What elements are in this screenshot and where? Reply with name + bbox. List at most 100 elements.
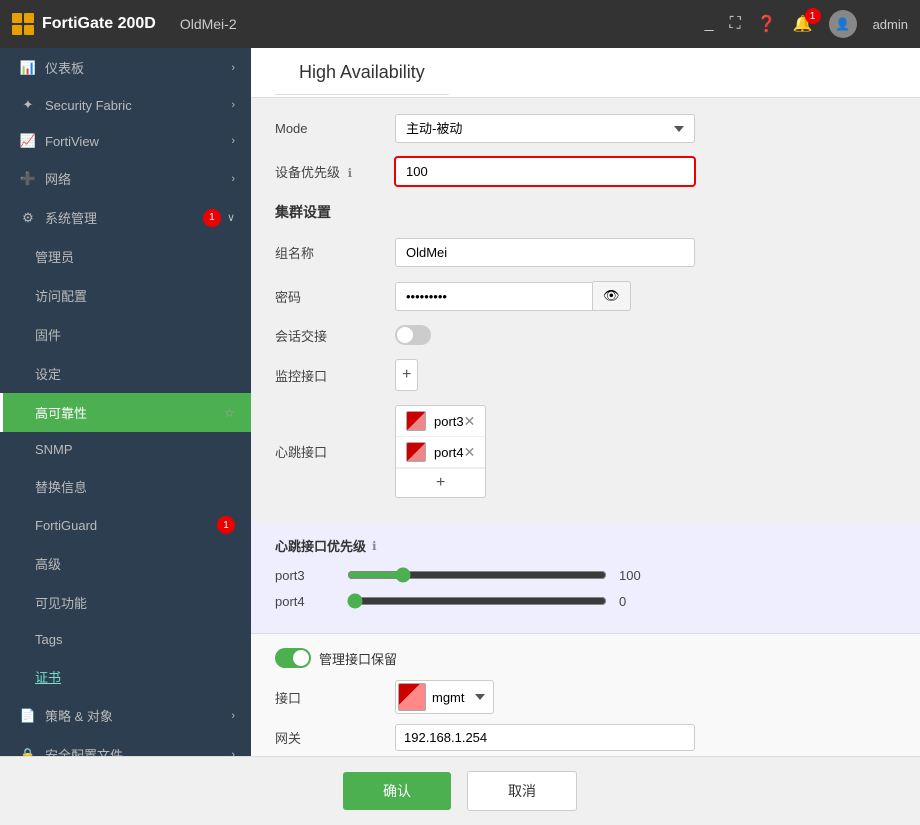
sidebar-label-ha: 高可靠性 (35, 403, 87, 422)
mgmt-gateway-row: 网关 192.168.1.254 (275, 724, 896, 751)
chevron-icon: › (231, 99, 235, 111)
sidebar-item-advanced[interactable]: 高级 (0, 544, 251, 583)
sidebar-item-security-fabric[interactable]: ✦ Security Fabric › (0, 87, 251, 123)
port4-icon (406, 442, 426, 462)
mgmt-gateway-label: 网关 (275, 728, 395, 747)
content-area: High Availability Mode 主动-被动主动-主动独立 设备优先… (251, 48, 920, 756)
sidebar-item-settings[interactable]: 设定 (0, 354, 251, 393)
sidebar-item-dashboard[interactable]: 📊 仪表板 › (0, 48, 251, 87)
mgmt-iface-select-wrap: mgmt (395, 680, 494, 714)
priority-port3-slider[interactable] (347, 567, 607, 583)
priority-port4-slider[interactable] (347, 593, 607, 609)
confirm-button[interactable]: 确认 (343, 772, 451, 810)
sidebar-label-access-config: 访问配置 (35, 286, 87, 305)
priority-port4-value: 0 (619, 594, 649, 609)
chevron-icon: › (231, 135, 235, 147)
sidebar-label-replace-msg: 替换信息 (35, 477, 87, 496)
device-priority-label: 设备优先级 ℹ (275, 162, 395, 181)
sidebar-label-visible-feature: 可见功能 (35, 593, 87, 612)
hostname: OldMei-2 (180, 16, 237, 32)
password-wrap: 👁 (395, 281, 631, 311)
sidebar-item-snmp[interactable]: SNMP (0, 432, 251, 467)
group-name-row: 组名称 OldMei (275, 238, 896, 267)
main-layout: 📊 仪表板 › ✦ Security Fabric › 📈 FortiView … (0, 48, 920, 756)
page-title: High Availability (275, 48, 449, 95)
sidebar-item-ha[interactable]: 高可靠性 ☆ (0, 393, 251, 432)
fortiguard-badge: 1 (217, 516, 235, 534)
sidebar-label-tags: Tags (35, 632, 62, 647)
help-icon[interactable]: ❓ (757, 14, 777, 34)
sidebar-label-admin: 管理员 (35, 247, 74, 266)
sidebar-item-certs[interactable]: 证书 (0, 657, 251, 696)
sidebar-item-fortiview[interactable]: 📈 FortiView › (0, 123, 251, 159)
chevron-icon: › (231, 710, 235, 722)
session-sync-toggle[interactable] (395, 325, 431, 345)
port4-remove-button[interactable]: ✕ (464, 444, 476, 461)
heartbeat-iface-label: 心跳接口 (275, 442, 395, 461)
heartbeat-priority-info-icon: ℹ (372, 539, 377, 553)
avatar[interactable]: 👤 (829, 10, 857, 38)
sidebar-label-settings: 设定 (35, 364, 61, 383)
security-profile-icon: 🔒 (19, 747, 37, 757)
mode-select[interactable]: 主动-被动主动-主动独立 (395, 114, 695, 143)
logo: FortiGate 200D (12, 13, 156, 35)
port3-name: port3 (434, 414, 464, 429)
group-name-label: 组名称 (275, 243, 395, 262)
heartbeat-iface-add-button[interactable]: + (396, 468, 485, 497)
sidebar-item-system-mgmt[interactable]: ⚙ 系统管理 1 ∨ (0, 198, 251, 237)
sidebar-label-security-fabric: Security Fabric (45, 98, 132, 113)
sidebar-label-advanced: 高级 (35, 554, 61, 573)
show-password-button[interactable]: 👁 (593, 281, 631, 311)
bell-icon[interactable]: 🔔 1 (793, 14, 813, 34)
password-row: 密码 👁 (275, 281, 896, 311)
sidebar-label-dashboard: 仪表板 (45, 58, 84, 77)
session-sync-row: 会话交接 (275, 325, 896, 345)
password-input[interactable] (395, 282, 593, 311)
sidebar-item-fortiguard[interactable]: FortiGuard 1 (0, 506, 251, 544)
device-priority-row: 设备优先级 ℹ 100 (275, 157, 896, 186)
mgmt-iface-label: 管理接口保留 (319, 649, 397, 668)
sidebar-item-admin[interactable]: 管理员 (0, 237, 251, 276)
top-nav: FortiGate 200D OldMei-2 _ ⛶ ❓ 🔔 1 👤 admi… (0, 0, 920, 48)
sidebar-item-tags[interactable]: Tags (0, 622, 251, 657)
sidebar-item-network[interactable]: ➕ 网络 › (0, 159, 251, 198)
sidebar-item-policy-obj[interactable]: 📄 策略 & 对象 › (0, 696, 251, 735)
sidebar-item-replace-msg[interactable]: 替换信息 (0, 467, 251, 506)
monitor-iface-add-button[interactable]: + (396, 360, 417, 390)
logo-grid (12, 13, 34, 35)
device-priority-input[interactable]: 100 (395, 157, 695, 186)
priority-port3-row: port3 100 (275, 567, 896, 583)
priority-port3-value: 100 (619, 568, 649, 583)
priority-port4-row: port4 0 (275, 593, 896, 609)
sidebar-label-fortiguard: FortiGuard (35, 518, 97, 533)
security-fabric-icon: ✦ (19, 97, 37, 113)
mgmt-gateway-input[interactable]: 192.168.1.254 (395, 724, 695, 751)
sidebar-label-certs: 证书 (35, 667, 61, 686)
info-icon: ℹ (348, 166, 353, 180)
sidebar-item-firmware[interactable]: 固件 (0, 315, 251, 354)
dashboard-icon: 📊 (19, 60, 37, 76)
star-icon[interactable]: ☆ (224, 406, 235, 420)
sidebar-item-security-profile[interactable]: 🔒 安全配置文件 › (0, 735, 251, 756)
chevron-icon: › (231, 749, 235, 757)
iface-item-port3: port3 ✕ (396, 406, 485, 437)
sidebar-label-network: 网络 (45, 169, 71, 188)
mgmt-iface-select[interactable]: mgmt (428, 685, 493, 710)
mode-label: Mode (275, 121, 395, 136)
monitor-iface-label: 监控接口 (275, 366, 395, 385)
network-icon: ➕ (19, 171, 37, 187)
sidebar-item-visible-feature[interactable]: 可见功能 (0, 583, 251, 622)
priority-port3-label: port3 (275, 568, 335, 583)
port3-remove-button[interactable]: ✕ (464, 413, 476, 430)
fullscreen-icon[interactable]: ⛶ (730, 15, 741, 33)
sidebar-label-fortiview: FortiView (45, 134, 99, 149)
mgmt-iface-toggle[interactable] (275, 648, 311, 668)
chevron-icon: › (231, 173, 235, 185)
group-name-input[interactable]: OldMei (395, 238, 695, 267)
terminal-icon[interactable]: _ (705, 15, 714, 33)
bottom-bar: 确认 取消 (0, 756, 920, 825)
sidebar-item-access-config[interactable]: 访问配置 (0, 276, 251, 315)
mgmt-iface-thumb (398, 683, 426, 711)
session-sync-label: 会话交接 (275, 326, 395, 345)
cancel-button[interactable]: 取消 (467, 771, 577, 811)
